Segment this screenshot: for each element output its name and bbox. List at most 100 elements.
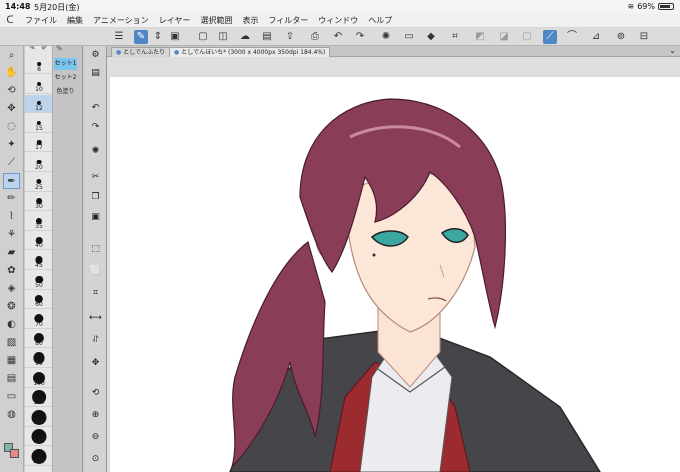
figure-icon[interactable]: ▦ [3,353,20,369]
snap-to-ruler-icon[interactable]: ⟋ [543,30,557,44]
border-icon[interactable]: ▢ [520,30,534,44]
undo-icon[interactable]: ↶ [331,30,345,44]
lasso-icon[interactable]: ◌ [3,119,20,135]
brush-size-item[interactable]: 90 [25,350,52,368]
brush-size-item[interactable]: 30 [25,193,52,212]
cut-icon[interactable]: ✂ [87,170,104,185]
brush-size-item[interactable]: 60 [25,291,52,310]
menu-icon[interactable]: ☰ [112,30,126,44]
menu-window[interactable]: ウィンドウ [318,15,358,26]
menu-help[interactable]: ヘルプ [368,15,392,26]
menu-animation[interactable]: アニメーション [93,15,149,26]
undo-icon[interactable]: ↶ [87,101,104,116]
image-icon[interactable]: ▣ [168,30,182,44]
invert-icon[interactable]: ◩ [473,30,487,44]
brush-size-item[interactable]: 40 [25,232,52,251]
menu-edit[interactable]: 編集 [67,15,83,26]
brush-size-item[interactable]: 170 [25,428,52,447]
balloon-icon[interactable]: ◍ [3,407,20,423]
menu-selection[interactable]: 選択範囲 [200,15,232,26]
tools-icon[interactable]: ⚙ [87,48,104,63]
brush-size-item[interactable]: 100 [25,370,52,388]
rotate-icon[interactable]: ⟲ [87,386,104,401]
airbrush-icon[interactable]: ⚘ [3,227,20,243]
brush-size-item[interactable]: 120 [25,389,52,408]
tab-set2[interactable]: セット2 [54,72,77,84]
zoom-out-icon[interactable]: ⊖ [87,430,104,445]
deselect-icon[interactable]: ⬜ [87,264,104,279]
flip-vertical-icon[interactable]: ⥯ [87,333,104,348]
brush-size-item[interactable]: 10 [25,76,52,94]
fill-icon[interactable]: ◆ [424,30,438,44]
copy-icon[interactable]: ❐ [87,190,104,205]
new-file-icon[interactable]: ▢ [196,30,210,44]
zoom-icon[interactable]: ⌕ [3,48,20,64]
save-cloud-icon[interactable]: ☁ [238,30,252,44]
frame-icon[interactable]: ▤ [3,371,20,387]
eraser-icon[interactable]: ◈ [3,281,20,297]
menu-view[interactable]: 表示 [242,15,258,26]
brush-size-item[interactable]: 12 [25,95,52,114]
brush-size-item[interactable]: 15 [25,115,52,133]
magic-wand-icon[interactable]: ✦ [3,137,20,153]
zoom-fit-icon[interactable]: ⊙ [87,452,104,467]
gradient-icon[interactable]: ▨ [3,335,20,351]
brush-size-item[interactable]: 25 [25,174,52,192]
transform-icon[interactable]: ⌗ [87,286,104,301]
decoration-icon[interactable]: ✿ [3,263,20,279]
redo-icon[interactable]: ↷ [87,120,104,135]
brush-size-item[interactable]: 70 [25,311,52,329]
chevron-down-icon[interactable]: ⌄ [669,46,676,56]
brush-size-item[interactable]: 50 [25,272,52,290]
rotate-icon[interactable]: ⟲ [3,83,20,99]
tab-canvas-1[interactable]: ● としでんふたり [111,47,171,57]
eyedropper-icon[interactable]: ⟋ [3,155,20,171]
brush-icon[interactable]: ⌇ [3,209,20,225]
loading-icon[interactable]: ✺ [379,30,393,44]
select-all-icon[interactable]: ⬚ [87,242,104,257]
tab-close-icon[interactable]: ● [174,49,179,56]
snap-to-special-ruler-icon[interactable]: ⌒ [565,30,579,44]
pen-icon[interactable]: ✒ [3,173,20,189]
perspective-icon[interactable]: ⊚ [614,30,628,44]
brush-size-item[interactable]: 20 [25,154,52,172]
canvas-paper[interactable] [110,77,680,472]
redo-icon[interactable]: ↷ [353,30,367,44]
zoom-in-icon[interactable]: ⊕ [87,408,104,423]
brush-size-item[interactable]: 200 [25,448,52,466]
blend-icon[interactable]: ❂ [3,299,20,315]
snap-to-grid-icon[interactable]: ⊿ [589,30,603,44]
marker-icon[interactable]: ▰ [3,245,20,261]
pencil-icon[interactable]: ✏ [3,191,20,207]
brush-size-item[interactable]: 150 [25,409,52,427]
erase-icon[interactable]: ▭ [402,30,416,44]
menu-layer[interactable]: レイヤー [159,15,191,26]
clip-studio-logo-icon[interactable]: ᑕ [0,15,20,26]
menu-filter[interactable]: フィルター [268,15,308,26]
stepper-icon[interactable]: ⇕ [151,30,165,44]
layers-icon[interactable]: ▤ [87,66,104,81]
move-icon[interactable]: ✥ [87,356,104,371]
move-icon[interactable]: ✥ [3,101,20,117]
brush-size-item[interactable]: 45 [25,252,52,270]
menu-file[interactable]: ファイル [25,15,57,26]
save-icon[interactable]: ▤ [260,30,274,44]
snapshot-icon[interactable]: ⎙ [308,30,322,44]
brush-size-item[interactable]: 17 [25,134,52,153]
transform-icon[interactable]: ⌗ [448,30,462,44]
loading-icon[interactable]: ✺ [87,144,104,159]
export-icon[interactable]: ⇪ [283,30,297,44]
selection-tool-icon[interactable]: ✎ [134,30,148,44]
brush-size-item[interactable]: 35 [25,213,52,231]
tab-color-paint[interactable]: 色塗り [54,86,77,98]
tab-set1[interactable]: セット1 [54,58,77,70]
settings-icon[interactable]: ⊟ [637,30,651,44]
tab-canvas-2[interactable]: ● としでんほいち* (3000 x 4000px 350dpi 184.4%) [169,47,331,57]
bucket-icon[interactable]: ◐ [3,317,20,333]
text-icon[interactable]: ▭ [3,389,20,405]
canvas-area[interactable] [107,57,680,472]
open-file-icon[interactable]: ◫ [216,30,230,44]
flip-horizontal-icon[interactable]: ⟷ [87,311,104,326]
tab-close-icon[interactable]: ● [116,49,121,56]
paste-icon[interactable]: ▣ [87,210,104,225]
